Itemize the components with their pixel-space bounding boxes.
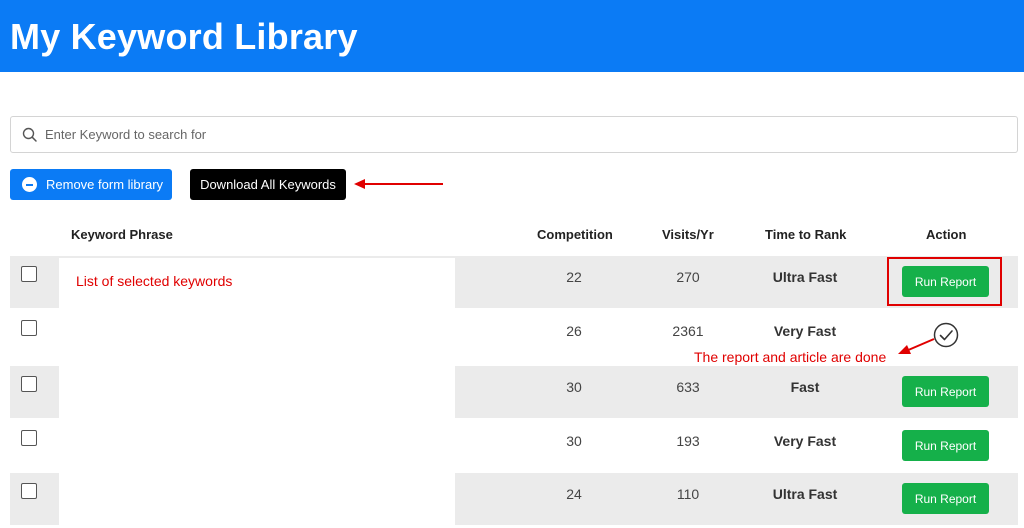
column-header-keyword-phrase: Keyword Phrase <box>71 227 173 242</box>
minus-circle-icon <box>22 177 37 192</box>
visits-cell: 193 <box>676 433 700 449</box>
time-to-rank-cell: Ultra Fast <box>772 486 838 502</box>
search-icon <box>22 127 37 142</box>
competition-cell: 26 <box>566 323 582 339</box>
column-header-visits: Visits/Yr <box>662 227 714 242</box>
keyword-list-redaction <box>59 258 455 528</box>
row-checkbox[interactable] <box>21 376 37 392</box>
column-header-competition: Competition <box>537 227 613 242</box>
run-report-button[interactable]: Run Report <box>902 430 989 461</box>
keywords-annotation: List of selected keywords <box>76 273 233 289</box>
competition-cell: 24 <box>566 486 582 502</box>
time-to-rank-cell: Ultra Fast <box>772 269 838 285</box>
column-header-action: Action <box>926 227 967 242</box>
time-to-rank-cell: Very Fast <box>773 433 837 449</box>
visits-cell: 2361 <box>672 323 704 339</box>
page-header: My Keyword Library <box>0 0 1024 72</box>
done-annotation: The report and article are done <box>694 349 887 365</box>
row-checkbox[interactable] <box>21 430 37 446</box>
time-to-rank-cell: Fast <box>790 379 820 395</box>
annotation-arrow-done <box>898 338 935 354</box>
row-checkbox[interactable] <box>21 266 37 282</box>
download-all-keywords-button[interactable]: Download All Keywords <box>190 169 346 200</box>
search-input[interactable] <box>45 117 1005 152</box>
visits-cell: 270 <box>676 269 700 285</box>
row-checkbox[interactable] <box>21 320 37 336</box>
row-checkbox[interactable] <box>21 483 37 499</box>
page-title: My Keyword Library <box>10 16 358 57</box>
remove-from-library-button[interactable]: Remove form library <box>10 169 172 200</box>
remove-button-label: Remove form library <box>46 177 164 192</box>
run-report-button[interactable]: Run Report <box>902 483 989 514</box>
time-to-rank-cell: Very Fast <box>773 323 837 339</box>
search-box[interactable] <box>10 116 1018 153</box>
visits-cell: 110 <box>676 486 700 502</box>
column-header-time-to-rank: Time to Rank <box>765 227 847 242</box>
visits-cell: 633 <box>676 379 700 395</box>
run-report-button[interactable]: Run Report <box>902 376 989 407</box>
competition-cell: 22 <box>566 269 582 285</box>
run-report-highlight-box <box>887 257 1002 306</box>
competition-cell: 30 <box>566 379 582 395</box>
annotation-arrow-download <box>354 179 443 189</box>
competition-cell: 30 <box>566 433 582 449</box>
